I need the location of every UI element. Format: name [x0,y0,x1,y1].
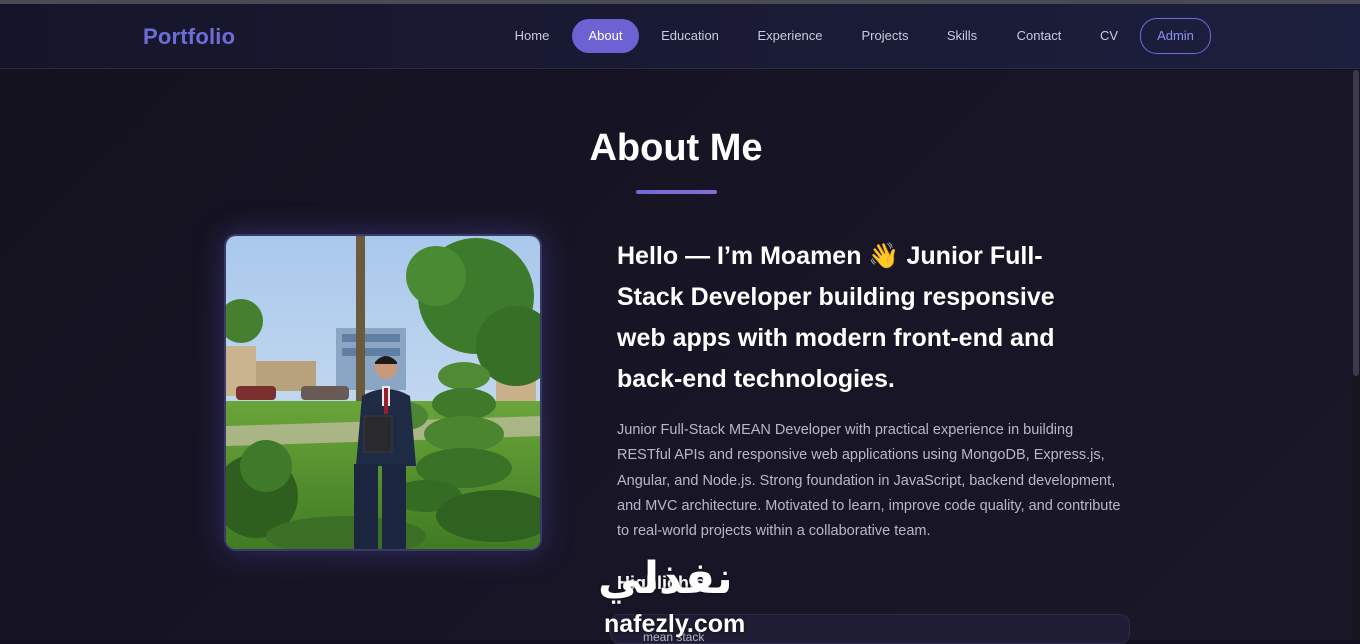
nav-home[interactable]: Home [507,19,557,53]
nav-skills[interactable]: Skills [940,19,984,53]
watermark-arabic: نفذلي [598,553,733,604]
about-bio: Junior Full-Stack MEAN Developer with pr… [617,422,1121,540]
title-underline [636,190,717,194]
profile-photo-image [226,236,540,549]
nav-about[interactable]: About [572,19,639,53]
nav-admin-button[interactable]: Admin [1140,18,1211,54]
watermark-latin: nafezly.com [604,610,746,638]
navbar: Portfolio Home About Education Experienc… [0,4,1360,69]
profile-photo [224,234,542,551]
nav-experience[interactable]: Experience [748,19,832,53]
about-headline: Hello — I’m Moamen 👋 Junior Full-Stack D… [617,242,1055,393]
brand-logo[interactable]: Portfolio [143,24,235,50]
nav-projects[interactable]: Projects [853,19,917,53]
nav-contact[interactable]: Contact [1008,19,1070,53]
nav-cv[interactable]: CV [1092,19,1126,53]
scrollbar-thumb[interactable] [1353,70,1359,376]
section-title: About Me [589,127,763,169]
nav-education[interactable]: Education [653,19,727,53]
